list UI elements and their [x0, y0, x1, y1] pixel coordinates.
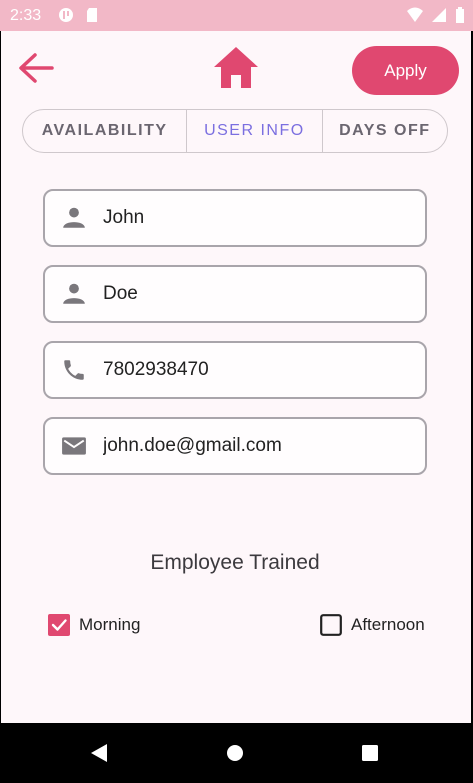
tab-bar: AVAILABILITY USER INFO DAYS OFF: [22, 109, 448, 153]
email-icon: [62, 437, 86, 455]
apply-button[interactable]: Apply: [352, 46, 459, 95]
morning-checkbox-row[interactable]: Morning: [48, 614, 140, 636]
battery-icon: [456, 7, 464, 23]
phone-icon: [64, 360, 84, 380]
badge-icon: [59, 8, 73, 22]
tab-user-info[interactable]: USER INFO: [186, 110, 321, 152]
recents-square-icon[interactable]: [361, 743, 379, 763]
morning-label: Morning: [79, 615, 141, 634]
sd-card-icon: [86, 8, 97, 22]
screen: 2:33 Apply AVAILABILITY USER INFO DAYS O…: [0, 0, 473, 783]
status-right-icons: [406, 7, 465, 25]
tab-availability[interactable]: AVAILABILITY: [23, 110, 186, 152]
status-time: 2:33: [10, 7, 42, 24]
tab-days-off[interactable]: DAYS OFF: [321, 110, 447, 152]
left-edge: [0, 31, 1, 723]
afternoon-checkbox-row[interactable]: Afternoon: [320, 614, 425, 636]
checkbox-checked-icon[interactable]: [48, 614, 70, 636]
home-circle-icon[interactable]: [226, 743, 244, 763]
arrow-back-icon: [19, 53, 54, 83]
wifi-icon: [407, 7, 424, 22]
system-nav-bar: [0, 723, 473, 783]
email-field[interactable]: [43, 417, 427, 475]
status-left-icons: [58, 7, 99, 25]
checkbox-unchecked-icon[interactable]: [320, 614, 342, 636]
back-triangle-icon[interactable]: [90, 743, 108, 763]
employee-trained-label: Employee Trained: [150, 551, 320, 574]
person-icon: [63, 283, 85, 304]
phone-field[interactable]: [43, 341, 427, 399]
afternoon-label: Afternoon: [351, 615, 425, 634]
first-name-field[interactable]: [43, 189, 427, 247]
status-bar: 2:33: [0, 0, 473, 31]
signal-icon: [432, 8, 447, 22]
home-icon[interactable]: [212, 44, 260, 90]
last-name-field[interactable]: [43, 265, 427, 323]
email-input[interactable]: [103, 435, 403, 457]
back-button[interactable]: [16, 50, 56, 86]
person-icon: [63, 207, 85, 228]
last-name-input[interactable]: [103, 283, 403, 305]
phone-input[interactable]: [103, 359, 403, 381]
first-name-input[interactable]: [103, 207, 403, 229]
